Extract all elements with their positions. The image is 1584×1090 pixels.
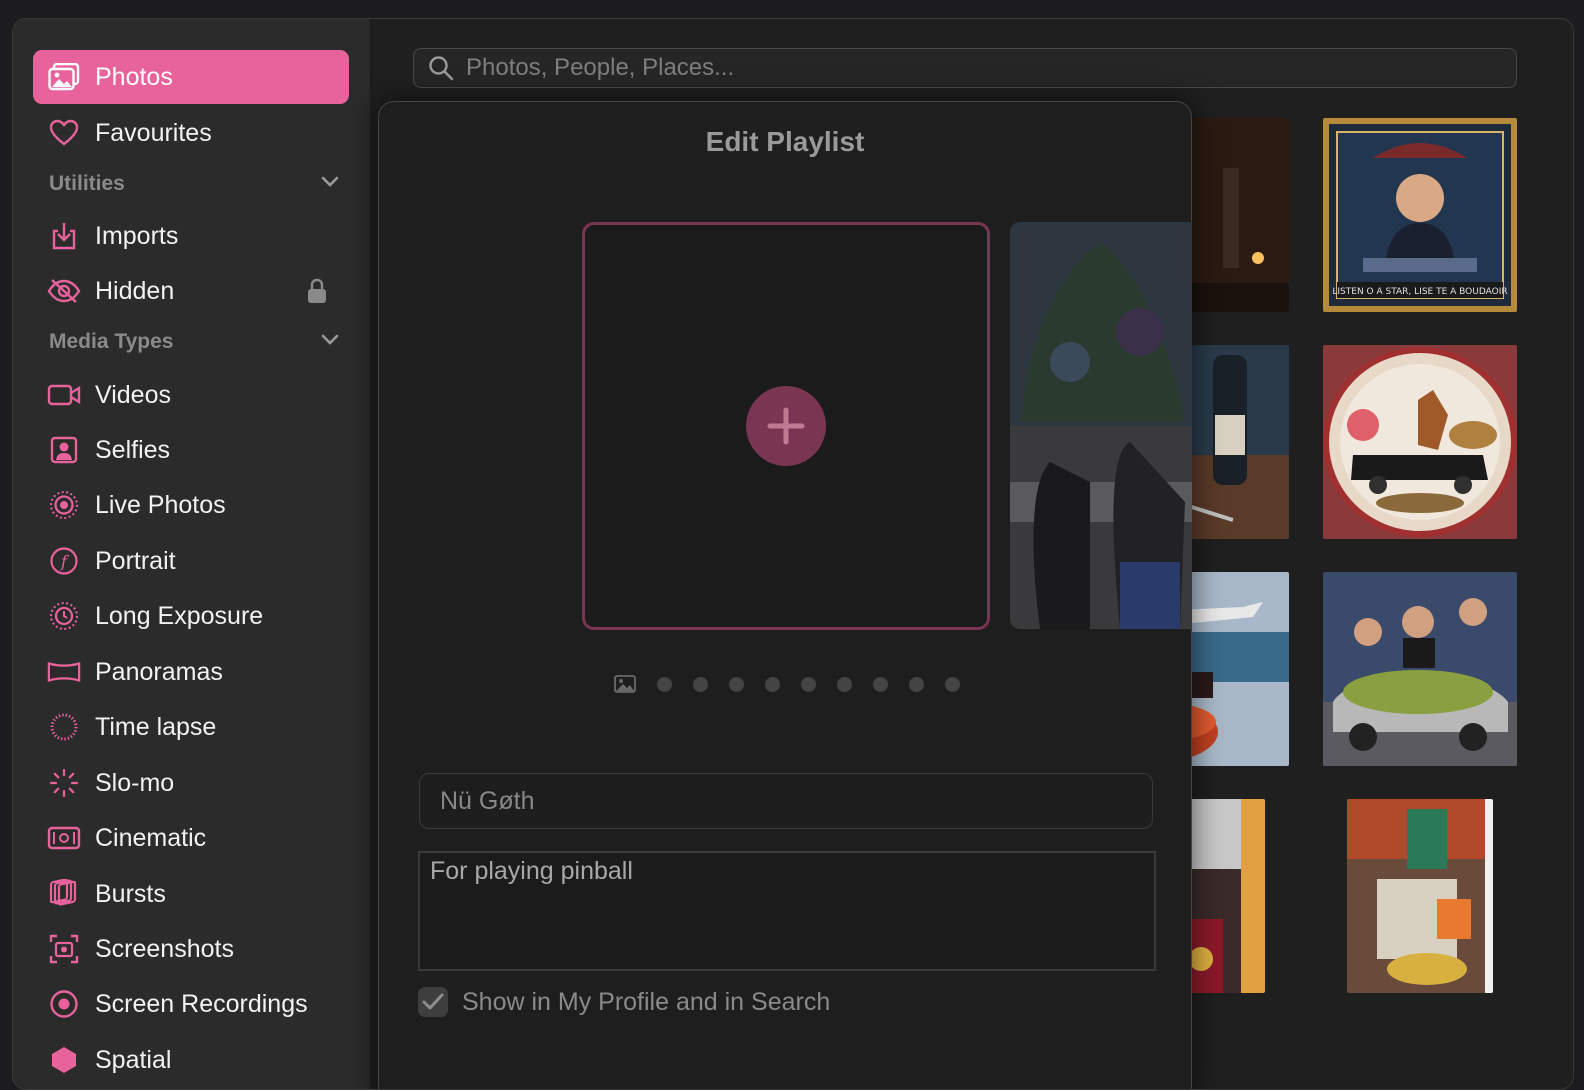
search-input[interactable]: Photos, People, Places... [466,54,734,82]
add-cover-button[interactable] [746,386,826,466]
bursts-icon [47,877,81,911]
sidebar-item-label: Slo-mo [95,768,175,797]
video-icon [47,378,81,412]
sidebar-item-favourites[interactable]: Favourites [33,106,349,160]
photo-thumbnail[interactable] [1347,799,1493,993]
search-field[interactable]: Photos, People, Places... [413,48,1517,88]
screen-recording-icon [47,987,81,1021]
sidebar: Photos Favourites Utilities Imports Hidd… [13,19,371,1089]
sidebar-item-cinematic[interactable]: Cinematic [33,811,349,865]
svg-text:LISTEN O A STAR, LISE TE A BOU: LISTEN O A STAR, LISE TE A BOUDAOIR [1332,287,1507,297]
section-media-types[interactable]: Media Types [49,327,339,357]
sidebar-item-photos[interactable]: Photos [33,50,349,104]
svg-text:f: f [60,552,70,571]
sidebar-item-label: Cinematic [95,823,207,852]
sidebar-item-label: Bursts [95,879,166,908]
sidebar-item-label: Imports [95,221,179,250]
photos-window: Photos Favourites Utilities Imports Hidd… [12,18,1574,1090]
slo-mo-icon [47,766,81,800]
time-lapse-icon [47,710,81,744]
image-icon[interactable] [614,675,636,693]
show-in-profile-option[interactable]: Show in My Profile and in Search [418,987,830,1017]
panorama-icon [47,655,81,689]
sidebar-item-label: Live Photos [95,490,226,519]
photo-thumbnail[interactable] [1323,572,1517,766]
page-dot[interactable] [945,676,960,692]
cinematic-icon [47,821,81,855]
playlist-description-value: For playing pinball [430,857,633,885]
sidebar-item-videos[interactable]: Videos [33,368,349,422]
sidebar-item-label: Long Exposure [95,601,264,630]
sidebar-item-bursts[interactable]: Bursts [33,867,349,921]
checkmark-icon [422,993,444,1011]
page-dot[interactable] [765,676,780,692]
page-dot[interactable] [657,676,672,692]
page-dot[interactable] [693,676,708,692]
page-dot[interactable] [729,676,744,692]
sidebar-item-spatial[interactable]: Spatial [33,1033,349,1087]
sidebar-item-label: Photos [95,62,173,91]
sidebar-item-label: Selfies [95,435,171,464]
chevron-down-icon[interactable] [321,333,339,351]
sidebar-item-portrait[interactable]: f Portrait [33,534,349,588]
sidebar-item-screen-recordings[interactable]: Screen Recordings [33,977,349,1031]
sidebar-item-live-photos[interactable]: Live Photos [33,478,349,532]
show-in-profile-checkbox[interactable] [418,987,448,1017]
page-dot[interactable] [873,676,888,692]
sidebar-item-imports[interactable]: Imports [33,209,349,263]
cover-pagination [614,675,960,693]
sidebar-item-selfies[interactable]: Selfies [33,423,349,477]
plus-icon [766,406,806,446]
sidebar-item-label: Time lapse [95,712,217,741]
page-dot[interactable] [801,676,816,692]
sidebar-item-label: Screenshots [95,934,234,963]
edit-playlist-dialog: Edit Playlist Nü Gøth For playing pinbal… [378,101,1192,1089]
page-dot[interactable] [837,676,852,692]
screenshot-icon [47,932,81,966]
sidebar-item-label: Spatial [95,1045,172,1074]
heart-icon [47,116,81,150]
section-label: Media Types [49,330,174,353]
import-icon [47,219,81,253]
selfie-icon [47,433,81,467]
portrait-icon: f [47,544,81,578]
show-in-profile-label: Show in My Profile and in Search [462,987,831,1016]
chevron-down-icon[interactable] [321,175,339,193]
page-dot[interactable] [909,676,924,692]
sidebar-item-hidden[interactable]: Hidden [33,264,349,318]
sidebar-item-screenshots[interactable]: Screenshots [33,922,349,976]
playlist-description-field[interactable]: For playing pinball [418,851,1156,971]
spatial-icon [47,1043,81,1077]
sidebar-item-slo-mo[interactable]: Slo-mo [33,756,349,810]
section-label: Utilities [49,172,125,195]
long-exposure-icon [47,599,81,633]
dialog-title: Edit Playlist [705,126,865,157]
playlist-name-field[interactable]: Nü Gøth [419,773,1153,829]
sidebar-item-label: Screen Recordings [95,989,308,1018]
sidebar-item-label: Panoramas [95,657,223,686]
lock-icon [307,278,327,309]
cover-preview-next[interactable] [1010,222,1192,629]
photo-thumbnail[interactable] [1323,345,1517,539]
cover-image-slot[interactable] [582,222,990,630]
sidebar-item-long-exposure[interactable]: Long Exposure [33,589,349,643]
section-utilities[interactable]: Utilities [49,169,339,199]
sidebar-item-time-lapse[interactable]: Time lapse [33,700,349,754]
sidebar-item-panoramas[interactable]: Panoramas [33,645,349,699]
photos-icon [47,60,81,94]
search-icon [428,55,454,81]
photo-thumbnail[interactable]: LISTEN O A STAR, LISE TE A BOUDAOIR [1323,118,1517,312]
sidebar-item-label: Favourites [95,118,212,147]
playlist-name-value: Nü Gøth [440,786,535,815]
sidebar-item-label: Hidden [95,276,175,305]
live-photo-icon [47,488,81,522]
sidebar-item-label: Videos [95,380,171,409]
eye-slash-icon [47,274,81,308]
sidebar-item-label: Portrait [95,546,176,575]
